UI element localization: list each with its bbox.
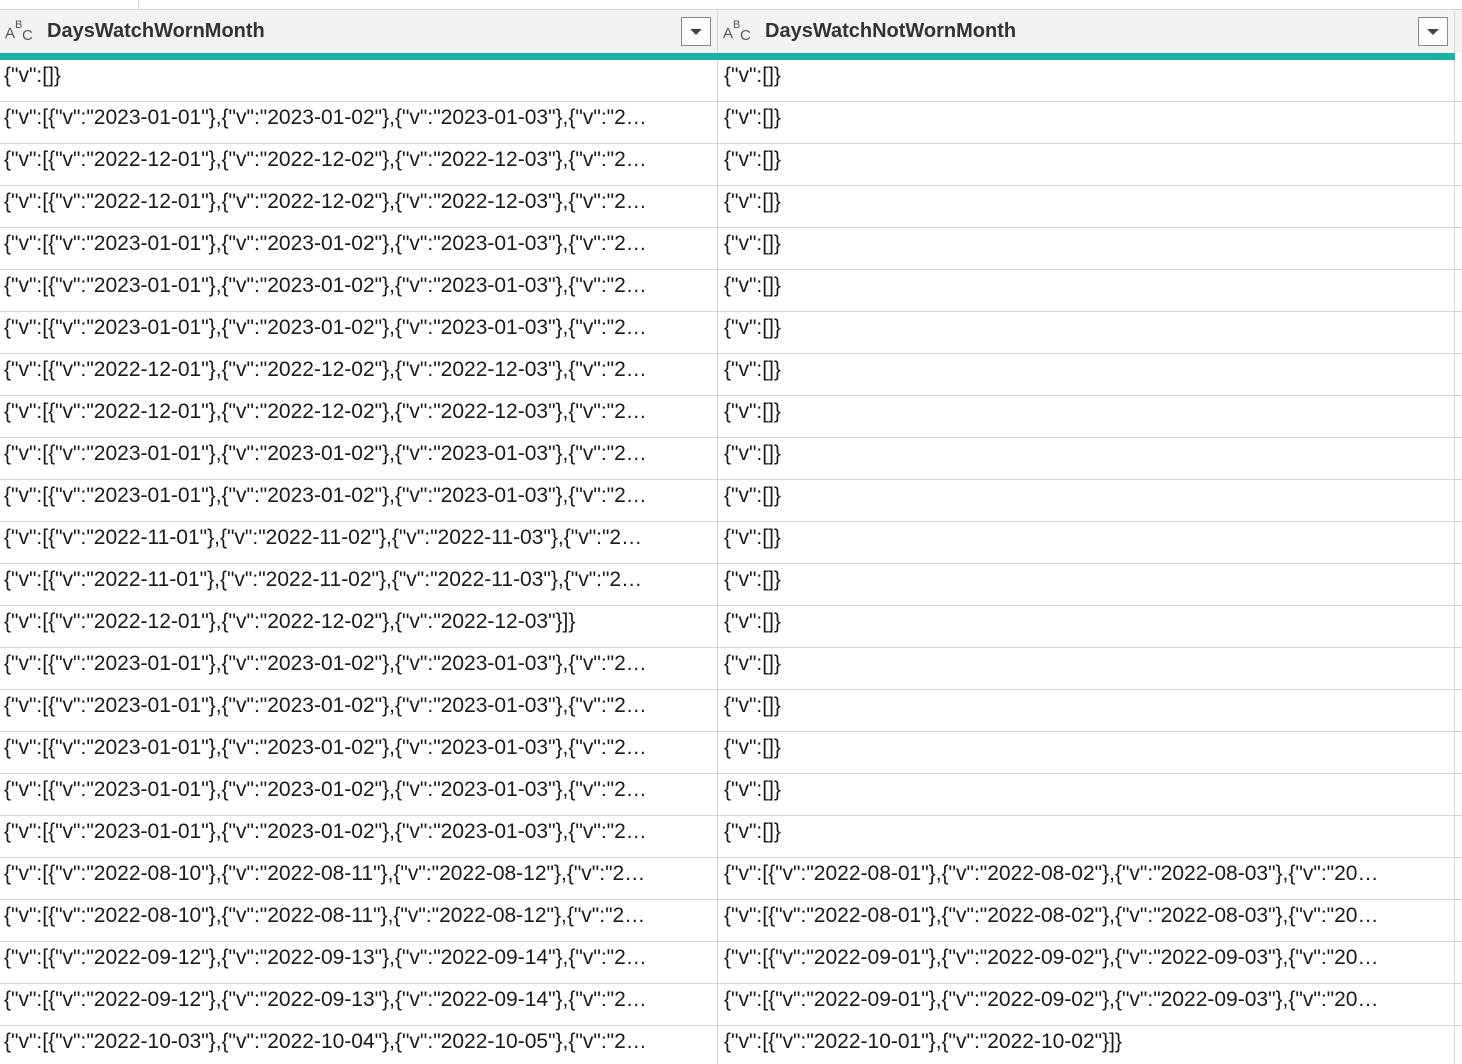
cell-dayswatchnotwornmonth[interactable]: {"v":[{"v":"2022-09-01"},{"v":"2022-09-0… (718, 984, 1455, 1025)
table-row[interactable]: {"v":[{"v":"2023-01-01"},{"v":"2023-01-0… (0, 732, 1462, 774)
cell-dayswatchwornmonth[interactable]: {"v":[]} (0, 60, 718, 101)
table-row[interactable]: {"v":[{"v":"2022-11-01"},{"v":"2022-11-0… (0, 522, 1462, 564)
cell-dayswatchnotwornmonth[interactable]: {"v":[]} (718, 732, 1455, 773)
cell-dayswatchwornmonth[interactable]: {"v":[{"v":"2023-01-01"},{"v":"2023-01-0… (0, 312, 718, 353)
table-row[interactable]: {"v":[{"v":"2023-01-01"},{"v":"2023-01-0… (0, 228, 1462, 270)
table-row[interactable]: {"v":[{"v":"2022-11-01"},{"v":"2022-11-0… (0, 564, 1462, 606)
cell-dayswatchwornmonth[interactable]: {"v":[{"v":"2023-01-01"},{"v":"2023-01-0… (0, 648, 718, 689)
cell-dayswatchwornmonth[interactable]: {"v":[{"v":"2023-01-01"},{"v":"2023-01-0… (0, 480, 718, 521)
data-preview-grid: ABC DaysWatchWornMonth ABC DaysWatchNotW… (0, 0, 1462, 1064)
grid-top-border (0, 0, 1462, 10)
table-row[interactable]: {"v":[{"v":"2023-01-01"},{"v":"2023-01-0… (0, 816, 1462, 858)
table-row[interactable]: {"v":[{"v":"2023-01-01"},{"v":"2023-01-0… (0, 312, 1462, 354)
cell-dayswatchnotwornmonth[interactable]: {"v":[]} (718, 606, 1455, 647)
table-row[interactable]: {"v":[{"v":"2022-09-12"},{"v":"2022-09-1… (0, 942, 1462, 984)
table-row[interactable]: {"v":[{"v":"2023-01-01"},{"v":"2023-01-0… (0, 648, 1462, 690)
cell-dayswatchwornmonth[interactable]: {"v":[{"v":"2022-12-01"},{"v":"2022-12-0… (0, 606, 718, 647)
cell-dayswatchwornmonth[interactable]: {"v":[{"v":"2023-01-01"},{"v":"2023-01-0… (0, 816, 718, 857)
table-row[interactable]: {"v":[{"v":"2023-01-01"},{"v":"2023-01-0… (0, 102, 1462, 144)
cell-dayswatchnotwornmonth[interactable]: {"v":[]} (718, 102, 1455, 143)
cell-dayswatchnotwornmonth[interactable]: {"v":[]} (718, 312, 1455, 353)
table-row[interactable]: {"v":[{"v":"2023-01-01"},{"v":"2023-01-0… (0, 480, 1462, 522)
cell-dayswatchnotwornmonth[interactable]: {"v":[]} (718, 816, 1455, 857)
cell-dayswatchwornmonth[interactable]: {"v":[{"v":"2023-01-01"},{"v":"2023-01-0… (0, 438, 718, 479)
cell-dayswatchnotwornmonth[interactable]: {"v":[{"v":"2022-08-01"},{"v":"2022-08-0… (718, 900, 1455, 941)
type-icon-letter-a: A (723, 25, 734, 42)
cell-dayswatchwornmonth[interactable]: {"v":[{"v":"2023-01-01"},{"v":"2023-01-0… (0, 732, 718, 773)
cell-dayswatchnotwornmonth[interactable]: {"v":[]} (718, 564, 1455, 605)
cell-dayswatchnotwornmonth[interactable]: {"v":[]} (718, 144, 1455, 185)
cell-dayswatchnotwornmonth[interactable]: {"v":[{"v":"2022-09-01"},{"v":"2022-09-0… (718, 942, 1455, 983)
column-filter-dropdown-button[interactable] (681, 17, 711, 46)
cell-dayswatchwornmonth[interactable]: {"v":[{"v":"2022-08-10"},{"v":"2022-08-1… (0, 900, 718, 941)
table-row[interactable]: {"v":[{"v":"2022-09-12"},{"v":"2022-09-1… (0, 984, 1462, 1026)
grid-top-divider (138, 0, 139, 9)
cell-dayswatchwornmonth[interactable]: {"v":[{"v":"2022-12-01"},{"v":"2022-12-0… (0, 186, 718, 227)
data-rows: {"v":[]} {"v":[]} {"v":[{"v":"2023-01-01"}… (0, 60, 1462, 1064)
table-row[interactable]: {"v":[{"v":"2022-08-10"},{"v":"2022-08-1… (0, 900, 1462, 942)
column-header-label: DaysWatchNotWornMonth (765, 20, 1017, 42)
cell-dayswatchwornmonth[interactable]: {"v":[{"v":"2023-01-01"},{"v":"2023-01-0… (0, 774, 718, 815)
cell-dayswatchwornmonth[interactable]: {"v":[{"v":"2023-01-01"},{"v":"2023-01-0… (0, 102, 718, 143)
cell-dayswatchwornmonth[interactable]: {"v":[{"v":"2022-09-12"},{"v":"2022-09-1… (0, 984, 718, 1025)
type-icon-letter-c: C (22, 27, 33, 44)
column-filter-dropdown-button[interactable] (1418, 17, 1448, 46)
column-quality-bar (0, 53, 1455, 60)
cell-dayswatchwornmonth[interactable]: {"v":[{"v":"2022-08-10"},{"v":"2022-08-1… (0, 858, 718, 899)
abc-text-type-icon[interactable]: ABC (723, 19, 753, 44)
table-row[interactable]: {"v":[{"v":"2023-01-01"},{"v":"2023-01-0… (0, 774, 1462, 816)
table-row[interactable]: {"v":[{"v":"2022-12-01"},{"v":"2022-12-0… (0, 186, 1462, 228)
cell-dayswatchwornmonth[interactable]: {"v":[{"v":"2022-12-01"},{"v":"2022-12-0… (0, 144, 718, 185)
table-row[interactable]: {"v":[{"v":"2022-12-01"},{"v":"2022-12-0… (0, 396, 1462, 438)
cell-dayswatchnotwornmonth[interactable]: {"v":[]} (718, 690, 1455, 731)
column-header-dayswatchnotwornmonth[interactable]: ABC DaysWatchNotWornMonth (718, 10, 1455, 53)
cell-dayswatchnotwornmonth[interactable]: {"v":[]} (718, 186, 1455, 227)
cell-dayswatchwornmonth[interactable]: {"v":[{"v":"2022-10-03"},{"v":"2022-10-0… (0, 1026, 718, 1064)
cell-dayswatchnotwornmonth[interactable]: {"v":[]} (718, 270, 1455, 311)
cell-dayswatchnotwornmonth[interactable]: {"v":[]} (718, 522, 1455, 563)
table-row[interactable]: {"v":[{"v":"2023-01-01"},{"v":"2023-01-0… (0, 438, 1462, 480)
cell-dayswatchwornmonth[interactable]: {"v":[{"v":"2022-12-01"},{"v":"2022-12-0… (0, 396, 718, 437)
cell-dayswatchnotwornmonth[interactable]: {"v":[]} (718, 228, 1455, 269)
cell-dayswatchwornmonth[interactable]: {"v":[{"v":"2023-01-01"},{"v":"2023-01-0… (0, 228, 718, 269)
column-header-label: DaysWatchWornMonth (47, 20, 265, 42)
cell-dayswatchwornmonth[interactable]: {"v":[{"v":"2023-01-01"},{"v":"2023-01-0… (0, 690, 718, 731)
cell-dayswatchnotwornmonth[interactable]: {"v":[]} (718, 480, 1455, 521)
cell-dayswatchnotwornmonth[interactable]: {"v":[]} (718, 396, 1455, 437)
table-row[interactable]: {"v":[{"v":"2022-12-01"},{"v":"2022-12-0… (0, 606, 1462, 648)
table-row[interactable]: {"v":[{"v":"2022-12-01"},{"v":"2022-12-0… (0, 354, 1462, 396)
cell-dayswatchnotwornmonth[interactable]: {"v":[]} (718, 648, 1455, 689)
cell-dayswatchnotwornmonth[interactable]: {"v":[]} (718, 60, 1455, 101)
column-header-dayswatchwornmonth[interactable]: ABC DaysWatchWornMonth (0, 10, 718, 53)
table-row[interactable]: {"v":[{"v":"2023-01-01"},{"v":"2023-01-0… (0, 270, 1462, 312)
table-row[interactable]: {"v":[]} {"v":[]} (0, 60, 1462, 102)
type-icon-letter-a: A (5, 25, 16, 42)
cell-dayswatchnotwornmonth[interactable]: {"v":[]} (718, 774, 1455, 815)
cell-dayswatchwornmonth[interactable]: {"v":[{"v":"2023-01-01"},{"v":"2023-01-0… (0, 270, 718, 311)
cell-dayswatchnotwornmonth[interactable]: {"v":[]} (718, 354, 1455, 395)
table-row[interactable]: {"v":[{"v":"2023-01-01"},{"v":"2023-01-0… (0, 690, 1462, 732)
cell-dayswatchwornmonth[interactable]: {"v":[{"v":"2022-11-01"},{"v":"2022-11-0… (0, 522, 718, 563)
cell-dayswatchnotwornmonth[interactable]: {"v":[{"v":"2022-10-01"},{"v":"2022-10-0… (718, 1026, 1455, 1064)
cell-dayswatchwornmonth[interactable]: {"v":[{"v":"2022-12-01"},{"v":"2022-12-0… (0, 354, 718, 395)
column-header-row: ABC DaysWatchWornMonth ABC DaysWatchNotW… (0, 10, 1462, 53)
cell-dayswatchnotwornmonth[interactable]: {"v":[{"v":"2022-08-01"},{"v":"2022-08-0… (718, 858, 1455, 899)
table-row[interactable]: {"v":[{"v":"2022-08-10"},{"v":"2022-08-1… (0, 858, 1462, 900)
abc-text-type-icon[interactable]: ABC (5, 19, 35, 44)
table-row[interactable]: {"v":[{"v":"2022-12-01"},{"v":"2022-12-0… (0, 144, 1462, 186)
cell-dayswatchwornmonth[interactable]: {"v":[{"v":"2022-11-01"},{"v":"2022-11-0… (0, 564, 718, 605)
cell-dayswatchwornmonth[interactable]: {"v":[{"v":"2022-09-12"},{"v":"2022-09-1… (0, 942, 718, 983)
cell-dayswatchnotwornmonth[interactable]: {"v":[]} (718, 438, 1455, 479)
table-row[interactable]: {"v":[{"v":"2022-10-03"},{"v":"2022-10-0… (0, 1026, 1462, 1064)
type-icon-letter-c: C (740, 27, 751, 44)
